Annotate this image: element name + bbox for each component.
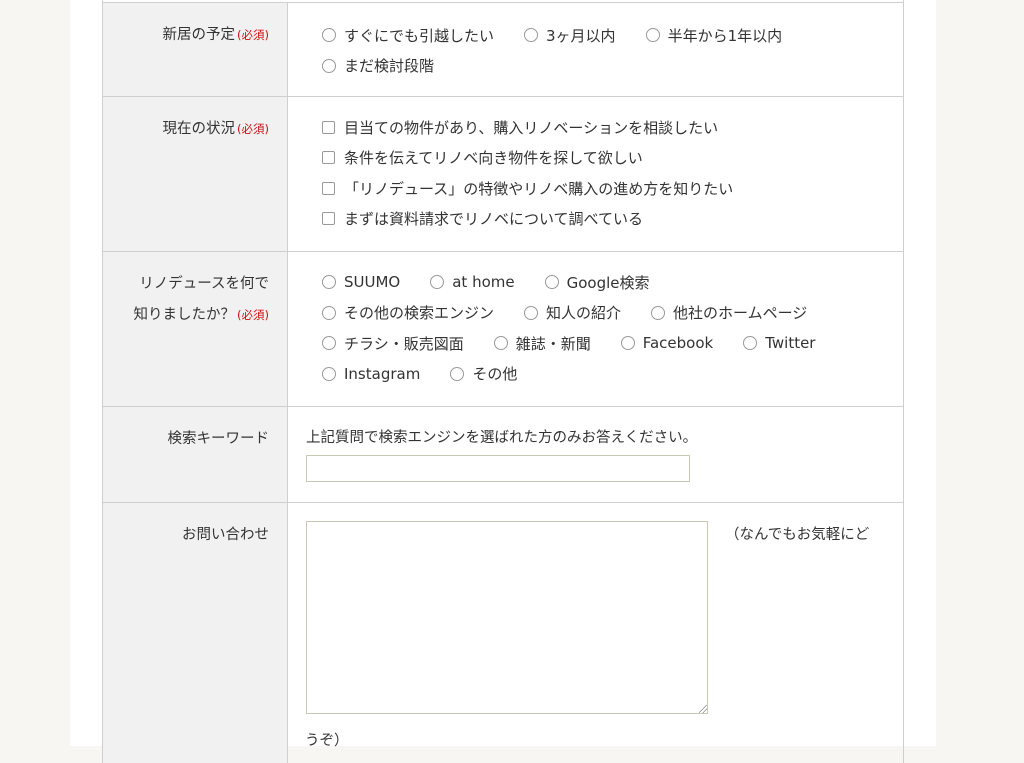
- radio-icon[interactable]: [322, 336, 336, 351]
- referral-options: SUUMO at home Google検索 その他の検索エンジン 知人の紹介 …: [288, 252, 903, 406]
- radio-ref-facebook[interactable]: Facebook: [620, 328, 713, 359]
- required-badge: (必須): [237, 122, 269, 136]
- keyword-input[interactable]: [306, 455, 690, 482]
- radio-icon[interactable]: [493, 336, 508, 351]
- label-text-line1: リノデュースを何で: [139, 276, 269, 292]
- keyword-content: 上記質問で検索エンジンを選ばれた方のみお答えください。: [288, 407, 903, 502]
- label-text: お問い合わせ: [182, 527, 269, 543]
- inquiry-textarea[interactable]: [306, 521, 708, 714]
- radio-icon[interactable]: [430, 275, 445, 290]
- resize-grip-icon[interactable]: [699, 705, 707, 713]
- row-referral: リノデュースを何で 知りましたか？ (必須) SUUMO at home Goog…: [103, 252, 903, 407]
- radio-icon[interactable]: [524, 305, 539, 320]
- radio-ref-other[interactable]: その他: [450, 359, 517, 390]
- radio-icon[interactable]: [645, 28, 660, 43]
- radio-icon[interactable]: [322, 275, 336, 290]
- keyword-note: 上記質問で検索エンジンを選ばれた方のみお答えください。: [306, 430, 698, 446]
- radio-ref-flyer[interactable]: チラシ・販売図面: [322, 328, 464, 359]
- checkbox-status-learn-features[interactable]: 「リノデュース」の特徴やリノベ購入の進め方を知りたい: [322, 173, 903, 204]
- row-current-status: 現在の状況 (必須) 目当ての物件があり、購入リノベーションを相談したい 条件を伝…: [103, 97, 903, 252]
- label-inquiry: お問い合わせ: [103, 503, 288, 763]
- inquiry-aside: （なんでもお気軽にど: [725, 527, 870, 543]
- inquiry-form: 新居の予定 (必須) すぐにでも引越したい 3ヶ月以内 半年から1年以内 まだ検討…: [102, 0, 904, 763]
- label-text: 新居の予定: [162, 27, 236, 43]
- radio-icon[interactable]: [322, 305, 336, 320]
- radio-icon[interactable]: [524, 28, 539, 43]
- row-keyword: 検索キーワード 上記質問で検索エンジンを選ばれた方のみお答えください。: [103, 407, 903, 503]
- radio-move-considering[interactable]: まだ検討段階: [322, 51, 434, 82]
- radio-icon[interactable]: [620, 336, 635, 351]
- radio-icon[interactable]: [322, 58, 336, 73]
- label-keyword: 検索キーワード: [103, 407, 288, 502]
- move-plan-options: すぐにでも引越したい 3ヶ月以内 半年から1年以内 まだ検討段階: [288, 3, 903, 96]
- radio-icon[interactable]: [651, 305, 666, 320]
- radio-icon[interactable]: [450, 366, 465, 381]
- row-inquiry: お問い合わせ （なんでもお気軽にど うぞ）: [103, 503, 903, 763]
- page-content: 新居の予定 (必須) すぐにでも引越したい 3ヶ月以内 半年から1年以内 まだ検討…: [70, 0, 936, 763]
- checkbox-status-find-property[interactable]: 条件を伝えてリノベ向き物件を探して欲しい: [322, 143, 903, 174]
- inquiry-content: （なんでもお気軽にど うぞ）: [288, 503, 903, 763]
- checkbox-icon[interactable]: [322, 151, 335, 165]
- radio-ref-twitter[interactable]: Twitter: [743, 328, 815, 359]
- radio-ref-acquaintance[interactable]: 知人の紹介: [524, 298, 621, 329]
- label-current-status: 現在の状況 (必須): [103, 97, 288, 251]
- checkbox-icon[interactable]: [322, 212, 335, 226]
- radio-icon[interactable]: [743, 336, 758, 351]
- required-badge: (必須): [237, 28, 269, 42]
- checkbox-status-target-property[interactable]: 目当ての物件があり、購入リノベーションを相談したい: [322, 112, 903, 143]
- row-move-plan: 新居の予定 (必須) すぐにでも引越したい 3ヶ月以内 半年から1年以内 まだ検討…: [103, 2, 903, 97]
- radio-move-half-year[interactable]: 半年から1年以内: [645, 20, 782, 51]
- required-badge: (必須): [237, 308, 269, 322]
- current-status-options: 目当ての物件があり、購入リノベーションを相談したい 条件を伝えてリノベ向き物件を…: [288, 97, 903, 251]
- checkbox-icon[interactable]: [322, 181, 335, 195]
- radio-move-3-months[interactable]: 3ヶ月以内: [524, 20, 616, 51]
- label-text: 現在の状況: [162, 121, 236, 137]
- radio-ref-other-site[interactable]: 他社のホームページ: [651, 298, 807, 329]
- label-move-plan: 新居の予定 (必須): [103, 3, 288, 96]
- label-text-line2: 知りましたか？: [133, 307, 236, 323]
- radio-ref-google[interactable]: Google検索: [544, 267, 650, 298]
- radio-icon[interactable]: [322, 28, 336, 43]
- radio-ref-suumo[interactable]: SUUMO: [322, 267, 400, 298]
- radio-icon[interactable]: [544, 275, 559, 290]
- checkbox-icon[interactable]: [322, 120, 335, 134]
- label-text: 検索キーワード: [167, 431, 270, 447]
- radio-ref-magazine[interactable]: 雑誌・新聞: [493, 328, 591, 359]
- inquiry-aside-tail: うぞ）: [305, 733, 349, 749]
- checkbox-status-request-docs[interactable]: まずは資料請求でリノベについて調べている: [322, 204, 903, 235]
- radio-icon[interactable]: [322, 366, 336, 381]
- label-referral: リノデュースを何で 知りましたか？ (必須): [103, 252, 288, 406]
- radio-ref-instagram[interactable]: Instagram: [322, 359, 420, 390]
- radio-ref-athome[interactable]: at home: [430, 267, 515, 298]
- radio-ref-other-engine[interactable]: その他の検索エンジン: [322, 298, 494, 329]
- radio-move-immediately[interactable]: すぐにでも引越したい: [322, 20, 494, 51]
